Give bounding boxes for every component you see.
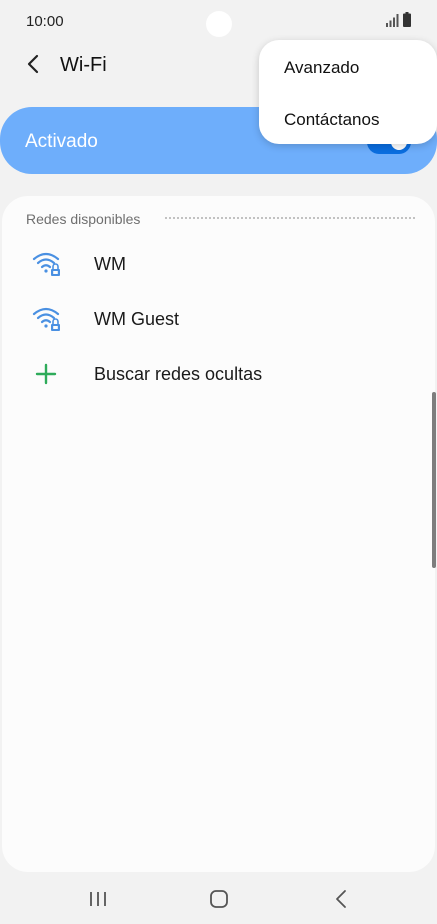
add-network-label: Buscar redes ocultas: [94, 364, 263, 384]
navigation-bar: [0, 872, 437, 924]
battery-icon: [403, 12, 411, 27]
menu-item-label: Contáctanos: [284, 110, 380, 129]
network-name: WM: [94, 254, 126, 274]
toggle-label: Activado: [25, 131, 98, 152]
network-name: WM Guest: [94, 309, 180, 329]
add-hidden-network-row[interactable]: Buscar redes ocultas: [2, 347, 435, 401]
status-bar: 10:00: [0, 0, 437, 42]
back-icon[interactable]: [334, 889, 348, 909]
menu-item-label: Avanzado: [284, 58, 360, 77]
section-divider: [165, 217, 415, 219]
overflow-menu: Avanzado Contáctanos: [259, 40, 437, 144]
page-title: Wi-Fi: [60, 54, 107, 76]
scrollbar[interactable]: [432, 392, 436, 568]
wifi-locked-icon: [32, 252, 60, 276]
menu-item-contactanos[interactable]: Contáctanos: [259, 92, 437, 144]
section-header: Redes disponibles: [26, 211, 141, 227]
plus-icon: [35, 363, 57, 385]
network-row-wm[interactable]: WM: [2, 237, 435, 291]
menu-item-avanzado[interactable]: Avanzado: [259, 40, 437, 92]
wifi-locked-icon: [32, 307, 60, 331]
back-arrow-icon[interactable]: [24, 53, 44, 75]
recents-icon[interactable]: [88, 890, 108, 908]
camera-cutout: [206, 11, 232, 37]
status-time: 10:00: [26, 13, 64, 30]
signal-icon: [386, 14, 399, 27]
networks-card: Redes disponibles WM WM Guest Buscar red…: [2, 196, 435, 872]
network-row-wm-guest[interactable]: WM Guest: [2, 292, 435, 346]
home-icon[interactable]: [209, 889, 229, 909]
